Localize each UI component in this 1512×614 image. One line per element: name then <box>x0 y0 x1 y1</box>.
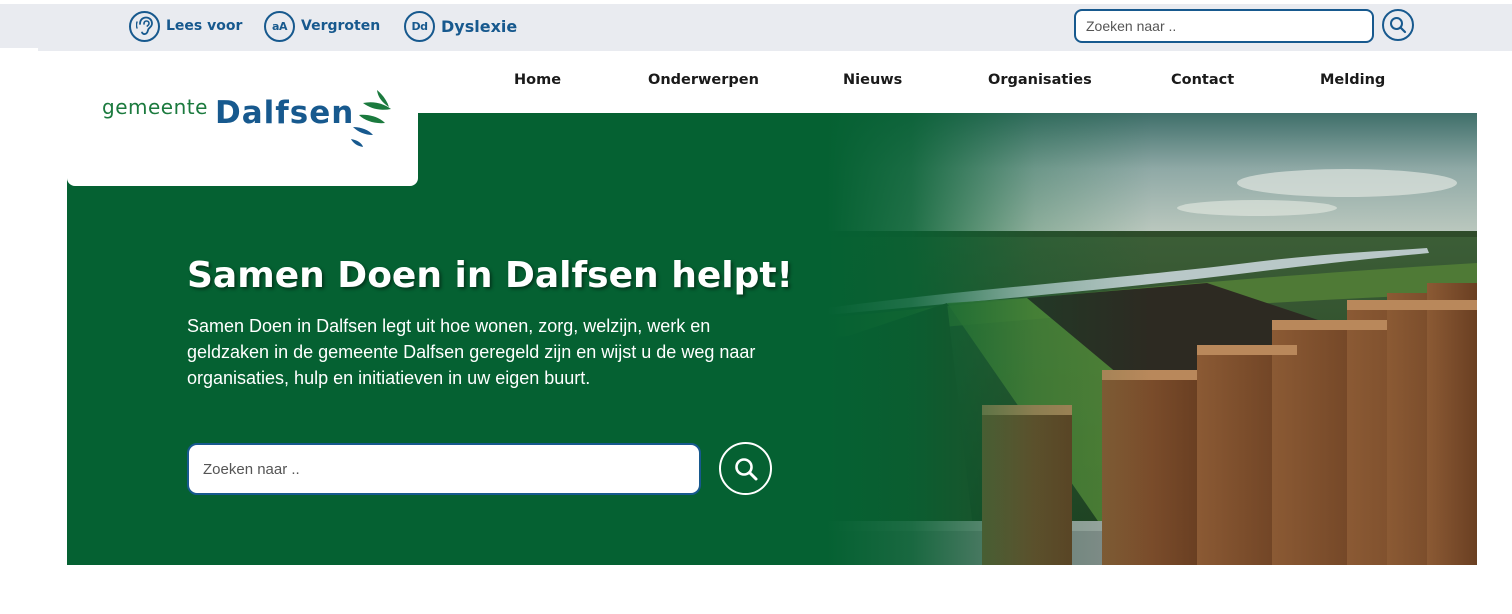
ear-icon <box>129 10 160 42</box>
read-aloud-button[interactable]: Lees voor <box>129 9 242 43</box>
dyslexia-button[interactable]: Dd Dyslexie <box>404 9 517 43</box>
logo-word-gemeente: gemeente <box>102 95 208 119</box>
nav-home[interactable]: Home <box>514 72 561 88</box>
hero-search-input[interactable] <box>187 443 701 495</box>
top-edge <box>38 0 1512 3</box>
leaf-logo-icon <box>351 90 391 147</box>
top-search-input[interactable] <box>1074 9 1374 43</box>
hero-search-button[interactable] <box>719 442 772 495</box>
nav-melding[interactable]: Melding <box>1320 72 1385 88</box>
top-search-button[interactable] <box>1382 9 1414 41</box>
text-size-icon: aA <box>264 10 295 42</box>
nav-nieuws[interactable]: Nieuws <box>843 72 902 88</box>
search-icon <box>734 457 757 480</box>
hero-description: Samen Doen in Dalfsen legt uit hoe wonen… <box>187 316 756 388</box>
hero-title: Samen Doen in Dalfsen helpt! <box>187 255 793 296</box>
logo-word-dalfsen: Dalfsen <box>215 95 355 131</box>
enlarge-text-label: Vergroten <box>301 18 381 34</box>
dyslexia-font-icon: Dd <box>404 10 435 42</box>
nav-organisaties[interactable]: Organisaties <box>988 72 1092 88</box>
search-icon <box>1390 17 1407 34</box>
nav-contact[interactable]: Contact <box>1171 72 1234 88</box>
enlarge-text-button[interactable]: aA Vergroten <box>264 9 380 43</box>
nav-onderwerpen[interactable]: Onderwerpen <box>648 72 759 88</box>
dyslexia-label: Dyslexie <box>441 16 518 36</box>
site-logo[interactable]: gemeente Dalfsen <box>67 51 418 186</box>
read-aloud-label: Lees voor <box>166 18 243 34</box>
landscape-photo <box>827 113 1477 565</box>
